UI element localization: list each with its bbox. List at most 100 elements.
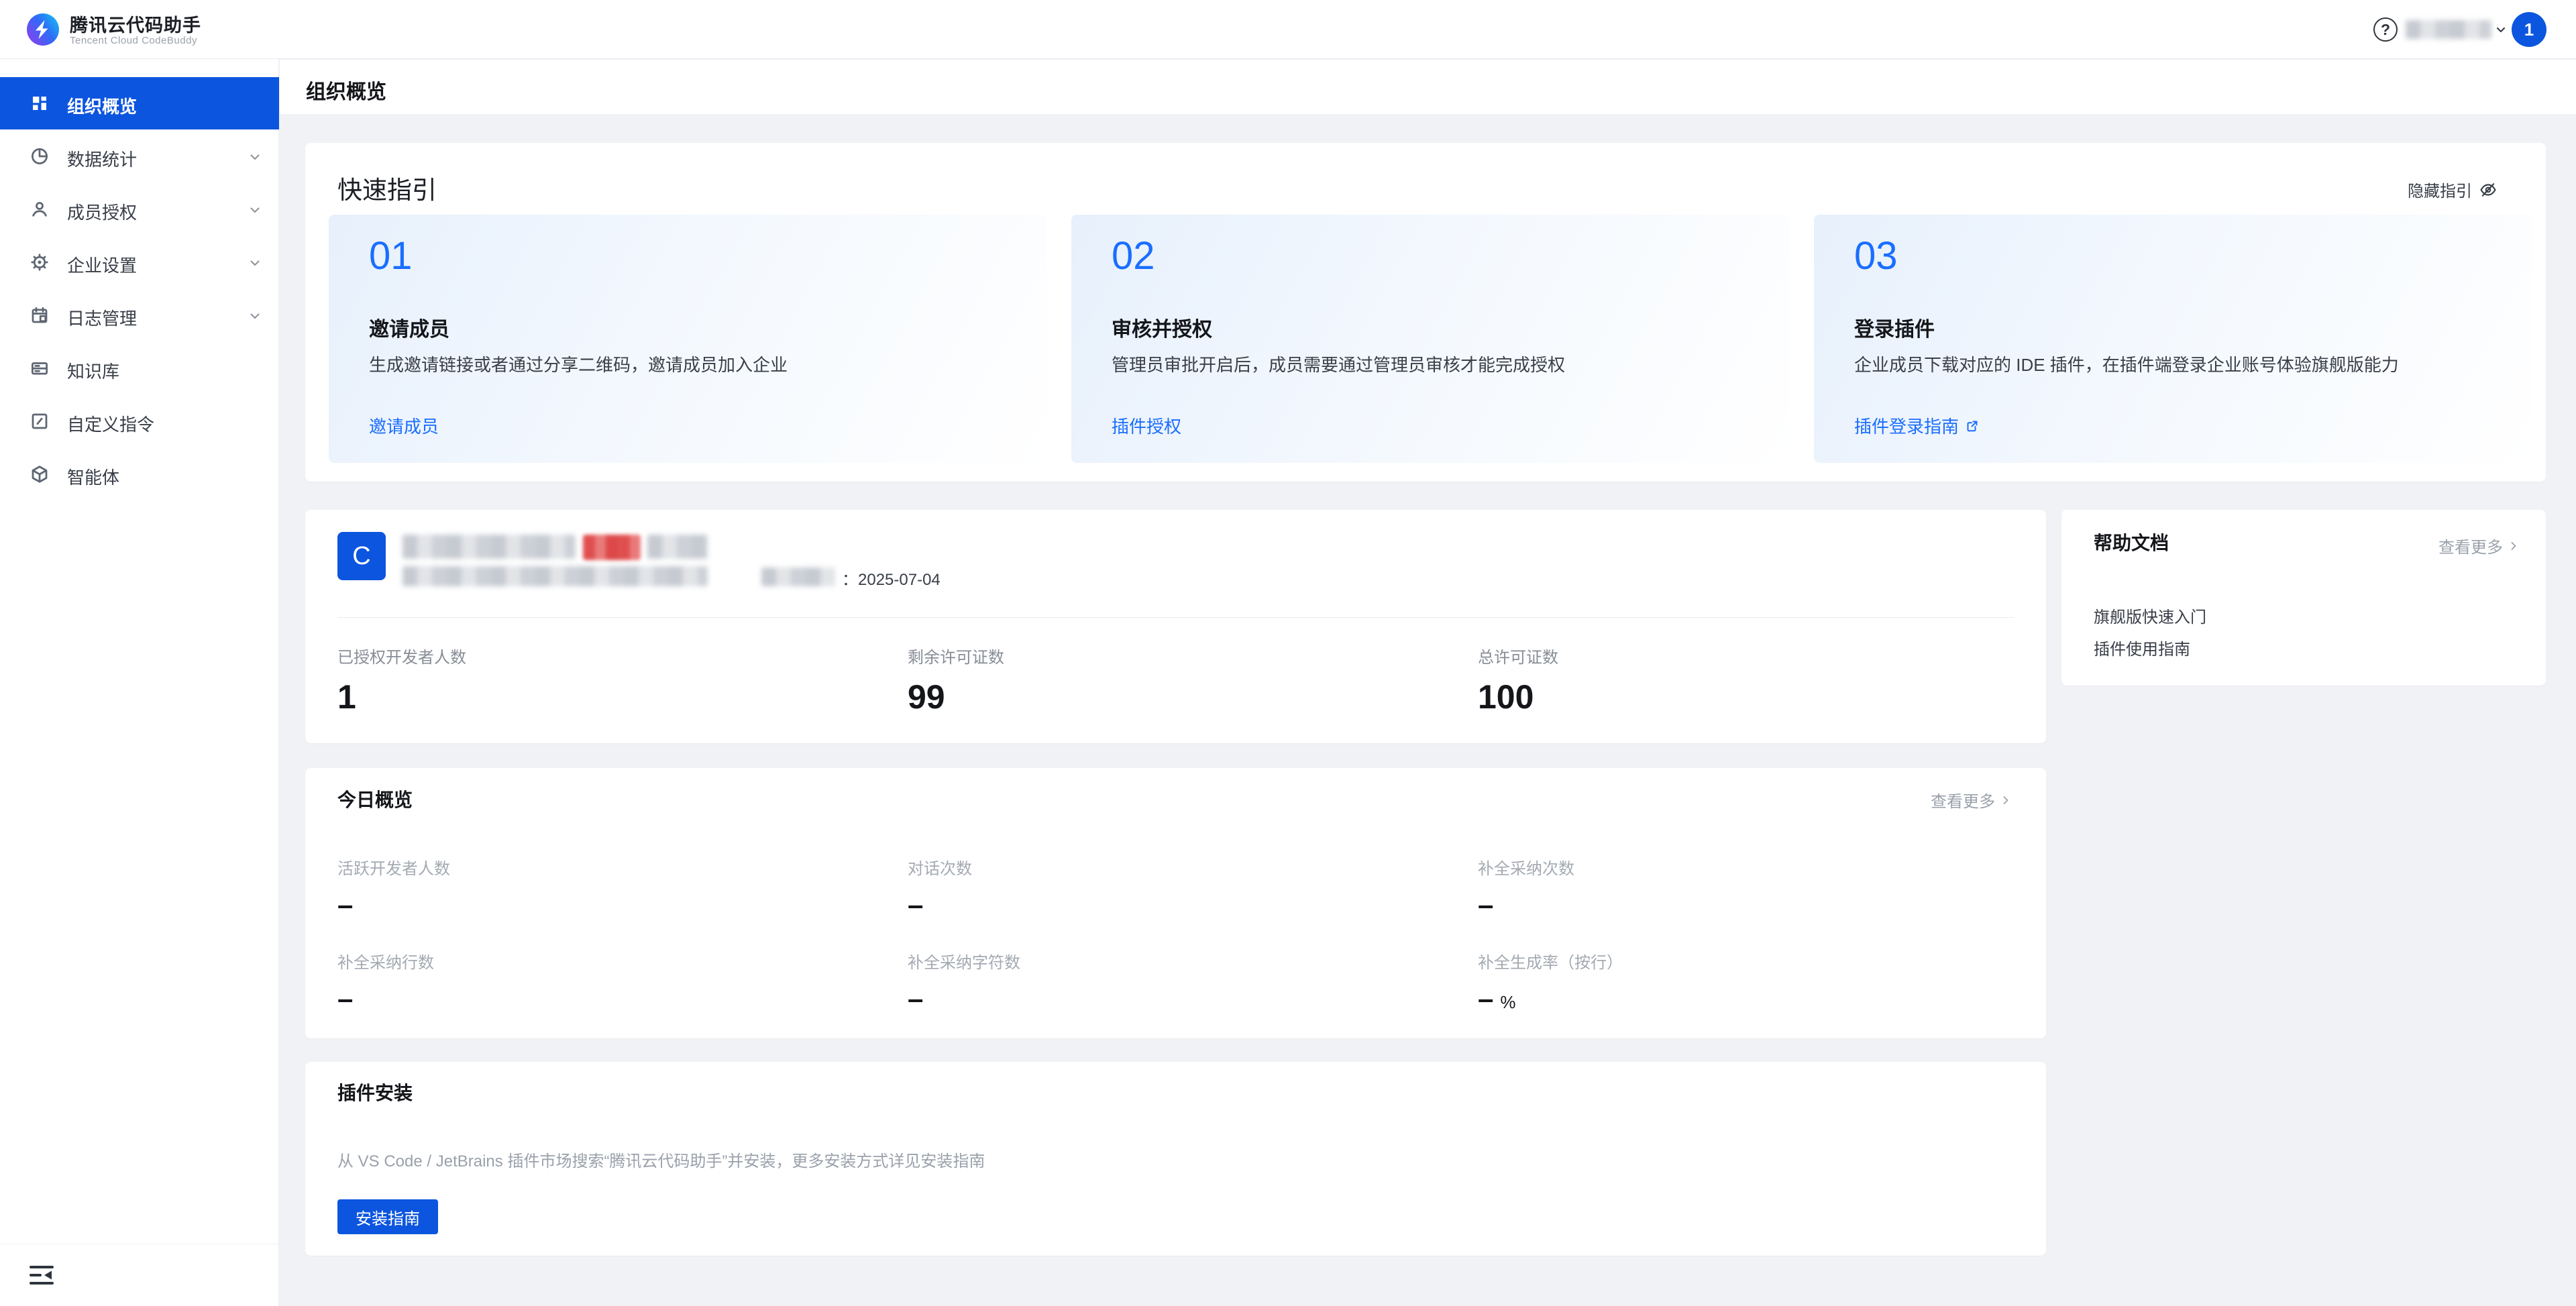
stat-value: – [337,982,807,1016]
cube-icon [30,464,50,484]
stat-label: 补全采纳字符数 [908,949,1377,973]
pie-chart-icon [30,146,50,166]
plugin-install-description: 从 VS Code / JetBrains 插件市场搜索“腾讯云代码助手”并安装… [337,1148,985,1171]
stat-value-text: – [908,983,923,1014]
chevron-down-icon[interactable] [2493,21,2509,38]
stat-value: –% [1478,982,1947,1019]
plugin-install-card: 插件安装 从 VS Code / JetBrains 插件市场搜索“腾讯云代码助… [305,1062,2046,1256]
license-expire-date: ：2025-07-04 [842,566,941,590]
help-doc-link-quickstart[interactable]: 旗舰版快速入门 [2094,604,2206,627]
sidebar-item-label: 日志管理 [67,305,137,330]
step-number: 02 [1112,233,1155,278]
sidebar-item-org-overview[interactable]: 组织概览 [0,77,279,129]
step-description: 企业成员下载对应的 IDE 插件，在插件端登录企业账号体验旗舰版能力 [1854,351,2485,376]
link-label: 插件登录指南 [1854,413,1959,438]
divider [337,617,2014,618]
sidebar-item-enterprise-settings[interactable]: 企业设置 [0,236,279,288]
invite-members-link[interactable]: 邀请成员 [369,413,439,438]
quick-guide-card: 快速指引 隐藏指引 01 邀请成员 生成邀请链接或者通过分享二维码，邀请成员加入… [305,143,2546,482]
sidebar-item-label: 企业设置 [67,252,137,277]
hide-guide-button[interactable]: 隐藏指引 [2408,178,2498,201]
sidebar-item-label: 智能体 [67,464,119,489]
plugin-login-guide-link[interactable]: 插件登录指南 [1854,413,1980,438]
help-docs-card: 帮助文档 查看更多 旗舰版快速入门 插件使用指南 [2061,510,2546,686]
plugin-authorization-link[interactable]: 插件授权 [1112,413,1181,438]
today-stat: 补全采纳字符数 – [908,949,1377,1016]
edit-square-icon [30,411,50,431]
today-overview-title: 今日概览 [337,785,413,812]
chevron-down-icon [247,308,263,324]
page-title-bar [280,60,2576,114]
link-label: 邀请成员 [369,413,439,438]
help-doc-link-plugin-guide[interactable]: 插件使用指南 [2094,636,2190,659]
stat-value: 99 [908,678,1377,716]
stat-value: 1 [337,678,807,716]
stat-label: 补全采纳行数 [337,949,807,973]
sidebar-item-label: 组织概览 [67,93,137,118]
redacted-org-tag [647,535,708,559]
today-overview-card: 今日概览 查看更多 活跃开发者人数 – 对话次数 – 补全采纳次数 – 补全采纳… [305,768,2046,1038]
stat-value: – [908,888,1377,922]
plugin-install-title: 插件安装 [337,1079,413,1105]
today-stat: 活跃开发者人数 – [337,855,807,922]
sidebar-item-agents[interactable]: 智能体 [0,448,279,500]
sidebar-item-custom-commands[interactable]: 自定义指令 [0,395,279,447]
stat-label: 活跃开发者人数 [337,855,807,879]
help-docs-title: 帮助文档 [2094,529,2169,555]
step-title: 邀请成员 [369,313,449,342]
sidebar-item-label: 成员授权 [67,199,137,224]
step-number: 03 [1854,233,1898,278]
gear-icon [30,252,50,272]
stat-value-text: – [1478,983,1493,1014]
today-stat: 对话次数 – [908,855,1377,922]
sidebar-item-log-management[interactable]: 日志管理 [0,289,279,341]
user-avatar[interactable]: 1 [2512,12,2546,47]
sidebar-item-knowledge-base[interactable]: 知识库 [0,342,279,394]
step-title: 审核并授权 [1112,313,1212,342]
guide-step-card: 03 登录插件 企业成员下载对应的 IDE 插件，在插件端登录企业账号体验旗舰版… [1814,215,2532,463]
guide-step-card: 02 审核并授权 管理员审批开启后，成员需要通过管理员审核才能完成授权 插件授权 [1071,215,1789,463]
view-more-label: 查看更多 [1931,788,1995,812]
org-stat: 已授权开发者人数 1 [337,644,807,716]
sidebar-item-label: 自定义指令 [67,411,154,436]
hide-guide-label: 隐藏指引 [2408,178,2472,201]
collapse-sidebar-icon[interactable] [27,1262,56,1289]
organization-card: C ：2025-07-04 已授权开发者人数 1 剩余许可证数 99 总许可证数… [305,510,2046,743]
app-title: 腾讯云代码助手 [70,11,201,37]
sidebar-item-member-authorization[interactable]: 成员授权 [0,183,279,235]
codebuddy-logo-icon [27,13,59,46]
redacted-org-name [402,535,576,559]
app-header: 腾讯云代码助手 Tencent Cloud CodeBuddy ? 1 [0,0,2576,59]
stat-label: 对话次数 [908,855,1377,879]
sidebar-item-data-statistics[interactable]: 数据统计 [0,130,279,182]
external-link-icon [1964,418,1980,434]
redacted-account-name[interactable] [2406,20,2491,39]
stat-value: 100 [1478,678,1947,716]
stat-value: – [908,982,1377,1016]
step-number: 01 [369,233,413,278]
stat-value-suffix: % [1500,992,1515,1012]
chevron-right-icon [1999,794,2012,807]
guide-step-card: 01 邀请成员 生成邀请链接或者通过分享二维码，邀请成员加入企业 邀请成员 [329,215,1046,463]
today-stat: 补全采纳行数 – [337,949,807,1016]
stat-value-text: – [337,983,353,1014]
install-guide-button[interactable]: 安装指南 [337,1199,438,1234]
redacted-expire-label [761,567,835,586]
org-avatar: C [337,532,386,580]
view-more-label: 查看更多 [2438,534,2503,557]
stat-label: 剩余许可证数 [908,644,1377,667]
stat-label: 总许可证数 [1478,644,1947,667]
help-view-more-link[interactable]: 查看更多 [2438,534,2520,557]
stat-label: 补全采纳次数 [1478,855,1947,879]
stat-value-text: – [1478,889,1493,920]
help-icon[interactable]: ? [2373,17,2398,42]
org-stat: 总许可证数 100 [1478,644,1947,716]
today-view-more-link[interactable]: 查看更多 [1931,788,2012,812]
today-stat: 补全生成率（按行） –% [1478,949,1947,1019]
chevron-down-icon [247,202,263,218]
sidebar: 组织概览 数据统计 成员授权 企业设置 [0,59,279,1306]
quick-guide-title: 快速指引 [337,170,437,206]
step-description: 生成邀请链接或者通过分享二维码，邀请成员加入企业 [369,351,1000,376]
stat-value-text: – [908,889,923,920]
user-icon [30,199,50,219]
